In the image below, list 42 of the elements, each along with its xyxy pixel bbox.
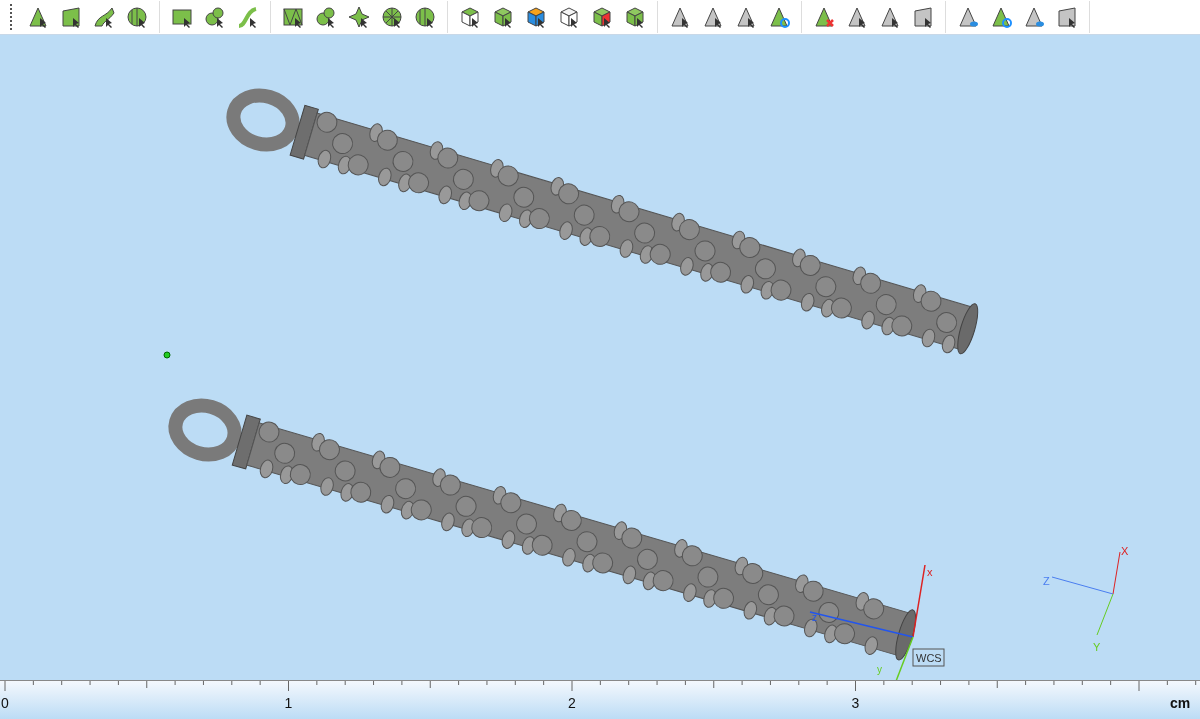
tool-icon	[956, 5, 980, 29]
tool-icon	[314, 5, 338, 29]
tool-icon	[767, 5, 791, 29]
point-marker	[163, 351, 171, 359]
axis-label: X	[1121, 545, 1129, 557]
ruler-label: 0	[1, 695, 9, 711]
tool-icon	[203, 5, 227, 29]
tool-icon	[1055, 5, 1079, 29]
tool-icon	[347, 5, 371, 29]
tool-icon	[989, 5, 1013, 29]
tool-icon	[26, 5, 50, 29]
axis-label: z	[812, 612, 817, 623]
tool-icon	[491, 5, 515, 29]
ruler-label: 2	[568, 695, 576, 711]
axis-label: x	[927, 566, 933, 578]
tool-icon	[734, 5, 758, 29]
tool-icon	[623, 5, 647, 29]
tool-icon	[701, 5, 725, 29]
toolbar-grip[interactable]	[10, 4, 14, 30]
tool-icon	[413, 5, 437, 29]
tool-icon	[911, 5, 935, 29]
ruler-label: 3	[851, 695, 860, 711]
tool-icon	[878, 5, 902, 29]
unit-label: cm	[1170, 695, 1191, 711]
tool-icon	[281, 5, 305, 29]
tool-icon	[380, 5, 404, 29]
tool-icon	[458, 5, 482, 29]
tool-icon	[590, 5, 614, 29]
tool-icon	[524, 5, 548, 29]
wcs-label: WCS	[912, 648, 945, 667]
tool-icon	[59, 5, 83, 29]
axis-label: y	[877, 664, 882, 675]
tool-icon	[668, 5, 692, 29]
axis-label: Z	[1043, 575, 1050, 587]
tool-icon	[845, 5, 869, 29]
tool-icon	[812, 5, 836, 29]
tool-icon	[1022, 5, 1046, 29]
ruler-label: 1	[284, 695, 293, 711]
tool-icon	[125, 5, 149, 29]
axis-label: Y	[1093, 641, 1101, 653]
tool-icon	[92, 5, 116, 29]
tool-icon	[557, 5, 581, 29]
